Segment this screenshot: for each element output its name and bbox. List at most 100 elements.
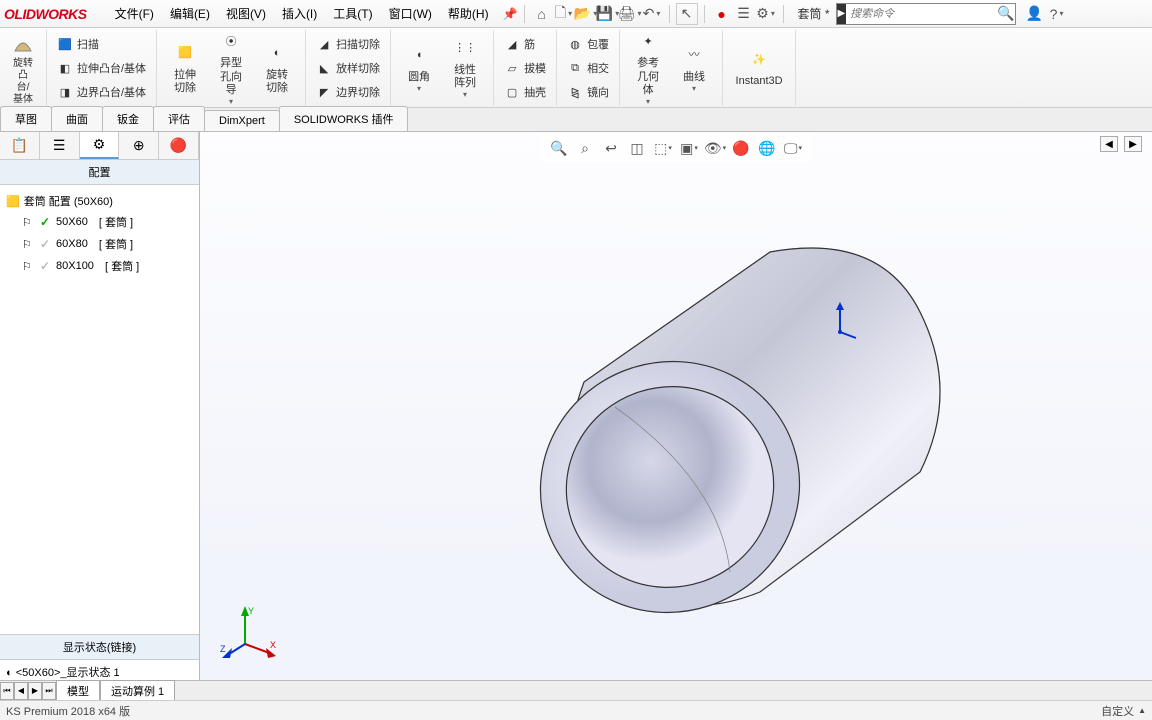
- expand-tree-right-icon[interactable]: ▶: [1124, 136, 1142, 152]
- expand-tree-left-icon[interactable]: ◀: [1100, 136, 1118, 152]
- menu-window[interactable]: 窗口(W): [381, 1, 440, 26]
- config-panel-title: 配置: [0, 160, 199, 185]
- help-icon[interactable]: ?: [1046, 3, 1068, 25]
- config-item-80x100[interactable]: ⚐ ✓ 80X100 [ 套筒 ]: [4, 255, 195, 277]
- revolve-cut-button[interactable]: ◐旋转切除: [255, 39, 299, 97]
- zoom-fit-icon[interactable]: 🔍: [547, 136, 571, 160]
- btab-next-icon[interactable]: ▶: [28, 682, 42, 700]
- prev-view-icon[interactable]: ↩: [599, 136, 623, 160]
- status-custom-label[interactable]: 自定义: [1101, 703, 1134, 719]
- wrap-button[interactable]: ◍包覆: [563, 33, 613, 55]
- tab-addins[interactable]: SOLIDWORKS 插件: [279, 106, 409, 131]
- config-item-50x60[interactable]: ⚐ ✓ 50X60 [ 套筒 ]: [4, 211, 195, 233]
- 3d-viewport[interactable]: 🔍 ⌕ ↩ ◫ ⬚ ▣ 👁 🔴 🌐 🖵 ◀ ▶: [200, 132, 1152, 684]
- btab-first-icon[interactable]: ⏮: [0, 682, 14, 700]
- apply-scene-icon[interactable]: 🌐: [755, 136, 779, 160]
- tab-sketch[interactable]: 草图: [0, 106, 52, 131]
- btab-prev-icon[interactable]: ◀: [14, 682, 28, 700]
- revolve-boss-button[interactable]: 旋转凸台/基体: [6, 28, 40, 108]
- config-item-60x80[interactable]: ⚐ ✓ 60X80 [ 套筒 ]: [4, 233, 195, 255]
- search-play-icon[interactable]: ▶: [837, 4, 847, 24]
- new-icon[interactable]: 🗋: [553, 3, 575, 25]
- menu-view[interactable]: 视图(V): [218, 1, 274, 26]
- settings-icon[interactable]: ⚙: [755, 3, 777, 25]
- state-icon: ◐: [6, 667, 13, 679]
- menu-help[interactable]: 帮助(H): [440, 1, 497, 26]
- sweep-cut-button[interactable]: ◢扫描切除: [312, 33, 384, 55]
- extrude-boss-button[interactable]: ◧拉伸凸台/基体: [53, 57, 150, 79]
- boundary-boss-button[interactable]: ◨边界凸台/基体: [53, 81, 150, 103]
- view-orientation-icon[interactable]: ⬚: [651, 136, 675, 160]
- rib-button[interactable]: ◢筋: [500, 33, 539, 55]
- config-flag-icon: ⚐: [22, 238, 34, 250]
- revolve-boss-label: 旋转凸台/基体: [12, 58, 34, 106]
- user-icon[interactable]: 👤: [1024, 3, 1046, 25]
- menu-tools[interactable]: 工具(T): [325, 1, 380, 26]
- home-icon[interactable]: ⌂: [531, 3, 553, 25]
- menu-file[interactable]: 文件(F): [107, 1, 162, 26]
- display-state-title: 显示状态(链接): [0, 634, 199, 660]
- tab-dimxpert[interactable]: DimXpert: [204, 110, 280, 131]
- status-bar: KS Premium 2018 x64 版 自定义 ▲: [0, 700, 1152, 720]
- section-view-icon[interactable]: ◫: [625, 136, 649, 160]
- boundary-cut-button[interactable]: ◤边界切除: [312, 81, 384, 103]
- ribbon: 旋转凸台/基体 🟦扫描 ◧拉伸凸台/基体 ◨边界凸台/基体 🟨拉伸切除 ⦿异型孔…: [0, 28, 1152, 108]
- inactive-check-icon: ✓: [38, 259, 52, 273]
- hide-show-icon[interactable]: 👁: [703, 136, 727, 160]
- search-input[interactable]: [846, 8, 997, 20]
- view-settings-icon[interactable]: 🖵: [781, 136, 805, 160]
- intersect-button[interactable]: ⧉相交: [563, 57, 613, 79]
- ref-geometry-button[interactable]: ✦参考几何体▾: [626, 27, 670, 108]
- config-flag-icon: ⚐: [22, 216, 34, 228]
- save-icon[interactable]: 💾: [597, 3, 619, 25]
- print-icon[interactable]: 🖨: [619, 3, 641, 25]
- zoom-area-icon[interactable]: ⌕: [573, 136, 597, 160]
- rebuild-icon[interactable]: ●: [711, 3, 733, 25]
- open-icon[interactable]: 📂: [575, 3, 597, 25]
- config-flag-icon: ⚐: [22, 260, 34, 272]
- command-tab-strip: 草图 曲面 钣金 评估 DimXpert SOLIDWORKS 插件: [0, 108, 1152, 132]
- instant3d-button[interactable]: ✨Instant3D: [729, 45, 789, 90]
- svg-text:X: X: [270, 640, 276, 650]
- fm-tab-dim-icon[interactable]: ⊕: [119, 132, 159, 159]
- search-magnifier-icon[interactable]: 🔍: [997, 5, 1014, 22]
- hole-wizard-button[interactable]: ⦿异型孔向导▾: [209, 27, 253, 108]
- tab-sheetmetal[interactable]: 钣金: [102, 106, 154, 131]
- status-caret-icon[interactable]: ▲: [1138, 706, 1146, 715]
- sweep-button[interactable]: 🟦扫描: [53, 33, 103, 55]
- bottom-tab-strip: ⏮ ◀ ▶ ⏭ 模型 运动算例 1: [0, 680, 1152, 700]
- select-icon[interactable]: ↖: [676, 3, 698, 25]
- menu-edit[interactable]: 编辑(E): [162, 1, 218, 26]
- bottom-tab-model[interactable]: 模型: [56, 680, 100, 702]
- mirror-button[interactable]: ⧎镜向: [563, 81, 613, 103]
- part-icon: 🟨: [6, 195, 20, 208]
- config-root[interactable]: 🟨 套筒 配置 (50X60): [4, 191, 195, 211]
- tab-evaluate[interactable]: 评估: [153, 106, 205, 131]
- display-style-icon[interactable]: ▣: [677, 136, 701, 160]
- curves-button[interactable]: 〰曲线▾: [672, 41, 716, 96]
- pin-icon[interactable]: 📌: [503, 7, 518, 21]
- tab-surface[interactable]: 曲面: [51, 106, 103, 131]
- linear-pattern-button[interactable]: ⋮⋮线性阵列▾: [443, 34, 487, 102]
- shell-button[interactable]: ▢抽壳: [500, 81, 550, 103]
- edit-appearance-icon[interactable]: 🔴: [729, 136, 753, 160]
- btab-last-icon[interactable]: ⏭: [42, 682, 56, 700]
- fm-tab-property-icon[interactable]: ☰: [40, 132, 80, 159]
- app-logo: OLIDWORKS: [4, 6, 87, 22]
- fm-tab-tree-icon[interactable]: 📋: [0, 132, 40, 159]
- draft-button[interactable]: ▱拔模: [500, 57, 550, 79]
- 3d-model[interactable]: [520, 212, 980, 632]
- menu-insert[interactable]: 插入(I): [274, 1, 325, 26]
- inactive-check-icon: ✓: [38, 237, 52, 251]
- loft-cut-button[interactable]: ◣放样切除: [312, 57, 384, 79]
- fillet-button[interactable]: ◖圆角▾: [397, 41, 441, 96]
- bottom-tab-motion[interactable]: 运动算例 1: [100, 680, 175, 702]
- document-title: 套筒 *: [798, 5, 830, 22]
- view-triad-icon: Y X Z: [220, 604, 280, 664]
- undo-icon[interactable]: ↶: [641, 3, 663, 25]
- options-list-icon[interactable]: ☰: [733, 3, 755, 25]
- extrude-cut-button[interactable]: 🟨拉伸切除: [163, 39, 207, 97]
- fm-tab-appearance-icon[interactable]: 🔴: [159, 132, 199, 159]
- search-commands[interactable]: ▶ 🔍: [836, 3, 1016, 25]
- fm-tab-config-icon[interactable]: ⚙: [80, 132, 120, 159]
